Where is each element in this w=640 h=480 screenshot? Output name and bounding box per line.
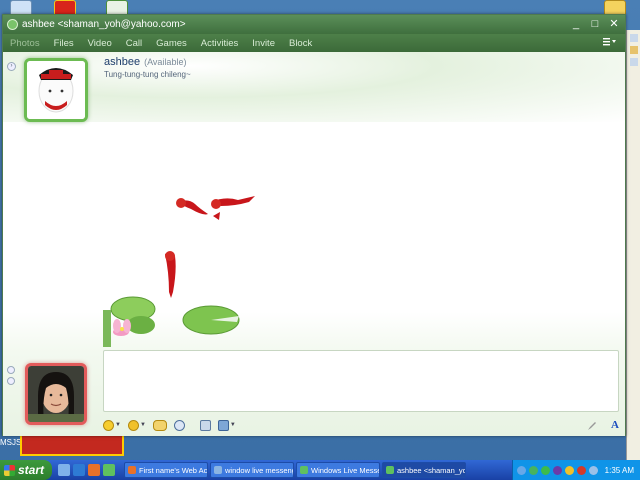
show-desktop-icon[interactable] [58,464,70,476]
action-menu-bar: Photos Files Video Call Games Activities… [3,34,625,52]
tray-icon[interactable] [516,465,526,475]
koi-fish [211,196,255,209]
contact-name-line: ashbee (Available) [104,56,186,68]
start-button[interactable]: start [0,460,52,480]
start-label: start [18,463,45,477]
chevron-down-icon: ▼ [139,422,146,428]
strip-icon [630,34,638,42]
task-label: First name's Web Acti... [139,465,208,475]
messenger-tray-icon[interactable] [528,465,538,475]
wink-icon [127,419,139,431]
emoticon-button[interactable]: ▼ [103,419,121,431]
pen-icon [588,421,597,430]
contact-status: (Available) [144,57,187,67]
lotus-flower [113,319,131,336]
contact-display-picture[interactable] [24,58,88,122]
background-window-strip [626,30,640,460]
input-toolbar: ▼ ▼ ▼ A [103,418,619,432]
quick-launch [58,464,118,476]
tray-icon[interactable] [576,465,586,475]
voice-clip-icon [152,419,167,431]
collapse-chevron-icon[interactable]: › [7,62,16,71]
user-avatar-image [28,366,84,422]
tray-icon[interactable] [564,465,574,475]
menu-call[interactable]: Call [126,38,142,49]
task-label: window live messeng... [225,465,293,475]
menu-activities[interactable]: Activities [201,38,238,49]
title-bar[interactable]: ashbee <shaman_yoh@yahoo.com> _ □ ✕ [3,15,625,34]
menu-block[interactable]: Block [289,38,312,49]
koi-fish [165,251,176,298]
menu-video[interactable]: Video [88,38,112,49]
nudge-icon [173,419,185,431]
menu-photos[interactable]: Photos [10,38,40,49]
messenger-icon [300,466,308,474]
internet-explorer-icon[interactable] [73,464,85,476]
system-tray: 1:35 AM [511,460,640,480]
task-label: Windows Live Messen... [311,465,379,475]
taskbar: start First name's Web Acti... window li… [0,460,640,480]
task-ashbee-conversation[interactable]: ashbee <shaman_yo... [382,462,466,478]
menu-games[interactable]: Games [156,38,187,49]
tray-icon[interactable] [552,465,562,475]
ink-icon [199,419,211,431]
pen-button[interactable] [587,419,598,431]
wink-button[interactable]: ▼ [127,419,146,431]
handwriting-button[interactable] [199,419,211,431]
messenger-window: ashbee <shaman_yoh@yahoo.com> _ □ ✕ Phot… [2,14,626,469]
firefox-icon [128,466,136,474]
messenger-icon [386,466,394,474]
messenger-icon[interactable] [103,464,115,476]
task-web-activities[interactable]: First name's Web Acti... [124,462,208,478]
input-toolbar-right: A [587,419,619,431]
message-input-box[interactable] [103,350,619,412]
windows-logo-icon [4,464,15,476]
tray-icon[interactable] [540,465,550,475]
close-button[interactable]: ✕ [606,18,622,31]
messenger-icon [7,19,18,30]
contact-name: ashbee [104,56,141,68]
volume-icon[interactable] [588,465,598,475]
options-menu-icon[interactable] [603,37,617,49]
emoticon-icon [103,419,114,431]
lily-pad [127,316,155,334]
voice-clip-button[interactable] [152,419,167,431]
window-title: ashbee <shaman_yoh@yahoo.com> [22,19,186,30]
backgrounds-icon [217,419,229,431]
conversation-area: › ashbee (Available) Tung-tung-tung chile… [3,52,625,469]
backgrounds-button[interactable]: ▼ [217,419,236,431]
task-window-live-messenger-search[interactable]: window live messeng... [210,462,294,478]
task-label: ashbee <shaman_yo... [397,465,466,475]
expand-icon[interactable] [7,366,15,374]
font-button[interactable]: A [611,419,619,431]
minimize-button[interactable]: _ [568,18,584,31]
chevron-down-icon: ▼ [229,422,236,428]
strip-icon [630,58,638,66]
message-input[interactable] [104,351,618,411]
contact-avatar-image [27,61,85,119]
user-display-picture[interactable] [25,363,87,425]
msjs-label: MSJS [0,438,22,447]
chevron-down-icon: ▼ [115,422,121,428]
window-icon [214,466,222,474]
clock: 1:35 AM [604,465,634,475]
nudge-button[interactable] [173,419,185,431]
task-windows-live-messenger[interactable]: Windows Live Messen... [296,462,380,478]
status-icon[interactable] [7,377,15,385]
contact-personal-message: Tung-tung-tung chileng~ [104,70,191,79]
header-background [3,52,625,122]
menu-invite[interactable]: Invite [252,38,275,49]
koi-pond-background [103,196,255,347]
input-side-controls [7,366,15,388]
menu-files[interactable]: Files [54,38,74,49]
strip-icon [630,46,638,54]
maximize-button[interactable]: □ [587,18,603,31]
firefox-icon[interactable] [88,464,100,476]
